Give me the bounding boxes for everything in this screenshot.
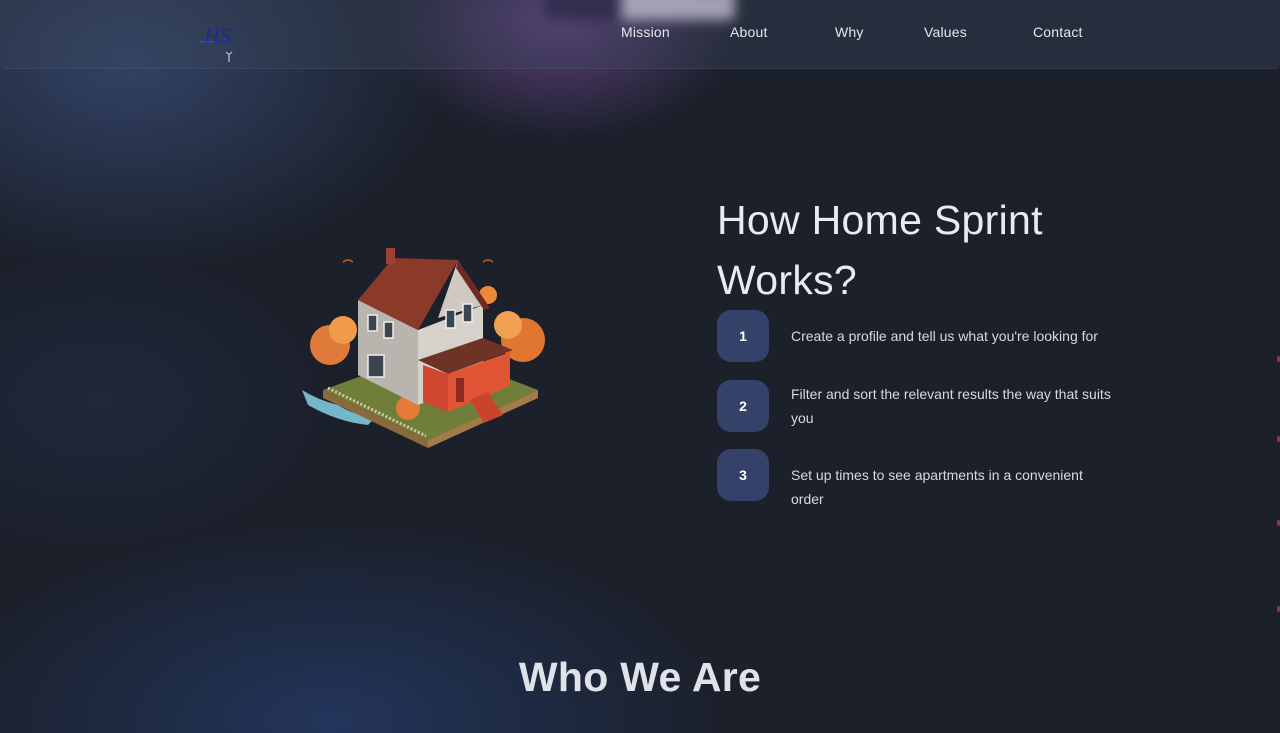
who-we-are-title: Who We Are bbox=[518, 654, 762, 700]
house-illustration bbox=[298, 240, 553, 455]
nav-link-about[interactable]: About bbox=[730, 24, 768, 40]
step-text-3: Set up times to see apartments in a conv… bbox=[791, 467, 1083, 507]
step-text-2: Filter and sort the relevant results the… bbox=[791, 386, 1111, 426]
step-text-1: Create a profile and tell us what you're… bbox=[791, 328, 1098, 344]
top-navbar: HS Mission About Why Values Contact bbox=[0, 0, 1280, 69]
step-badge-1: 1 bbox=[717, 310, 769, 362]
step-badge-3: 3 bbox=[717, 449, 769, 501]
hs-logo[interactable]: HS bbox=[195, 16, 241, 64]
how-it-works-heading: How Home Sprint Works? bbox=[717, 190, 1137, 310]
step-badge-2: 2 bbox=[717, 380, 769, 432]
nav-link-mission[interactable]: Mission bbox=[621, 24, 670, 40]
nav-link-contact[interactable]: Contact bbox=[1033, 24, 1083, 40]
svg-text:HS: HS bbox=[203, 23, 231, 48]
heading-line-2: Works? bbox=[717, 257, 858, 303]
nav-link-why[interactable]: Why bbox=[835, 24, 864, 40]
hs-monogram-icon: HS bbox=[199, 23, 233, 62]
heading-line-1: How Home Sprint bbox=[717, 197, 1043, 243]
nav-link-values[interactable]: Values bbox=[924, 24, 967, 40]
page-background bbox=[0, 0, 1280, 733]
